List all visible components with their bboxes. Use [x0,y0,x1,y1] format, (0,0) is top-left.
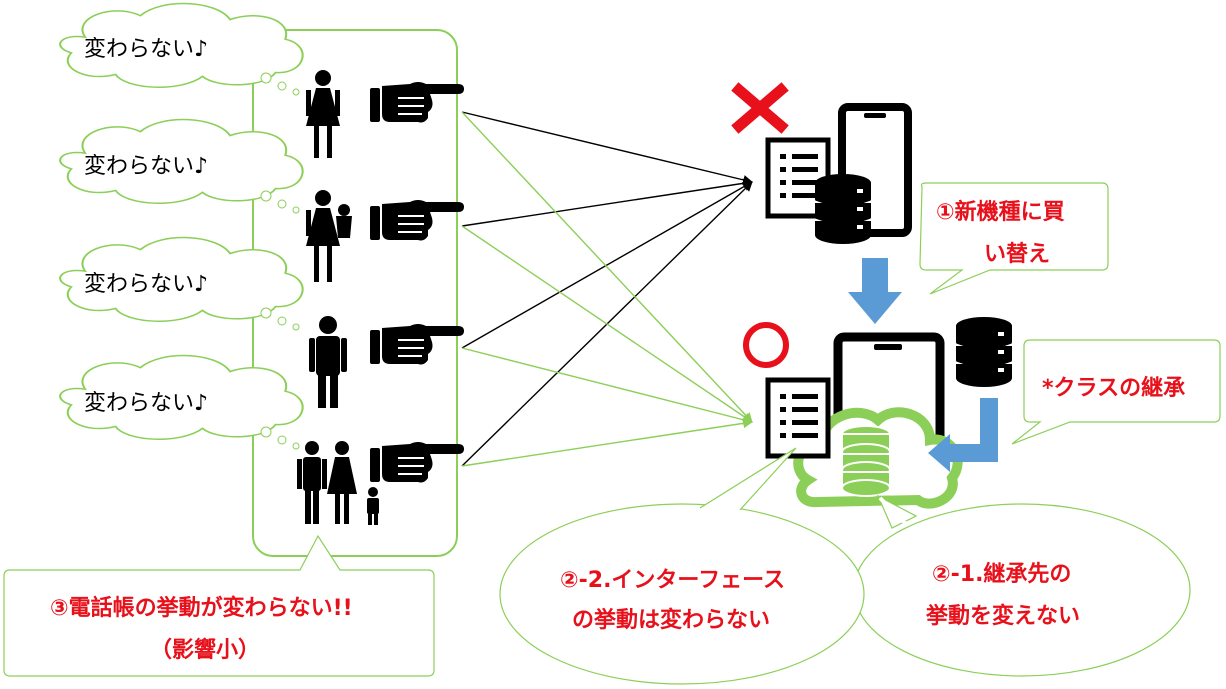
phonebook-text-line2: （影響小） [150,638,261,663]
speech-text-4: 変わらない♪ [84,391,209,416]
inherit-text-line2: 挙動を変えない [926,604,1081,629]
class-inheritance-text: *クラスの継承 [1042,376,1186,401]
connectors-to-old-device [461,111,753,467]
speech-text-3: 変わらない♪ [84,272,209,297]
new-model-text-line1: ①新機種に買 [936,200,1065,225]
woman-icon [306,70,340,158]
replace-down-arrow [848,258,902,324]
interface-text-line2: の挙動は変わらない [572,608,771,633]
pointing-hand-icon-4 [369,441,465,484]
speech-text-1: 変わらない♪ [84,37,209,62]
new-device-group [768,315,1014,509]
inherit-text-line1: ②-1.継承先の [932,562,1072,587]
pointing-hand-icon-1 [369,81,465,124]
connectors-to-new-device [461,111,753,467]
green-database-icon [841,425,891,497]
family-icon [297,441,379,525]
speech-text-2: 変わらない♪ [84,154,209,179]
new-model-text-line2: い替え [984,242,1051,267]
old-device-group [768,103,912,246]
interface-text-line1: ②-2.インターフェース [560,568,786,593]
pointing-hand-icon-2 [369,199,465,242]
parent-with-baby-icon [306,190,352,282]
man-icon [309,316,347,408]
cross-mark-icon [731,82,789,134]
phonebook-text-line1: ③電話帳の挙動が変わらない!! [50,596,353,621]
circle-mark-icon [743,322,789,368]
pointing-hand-icon-3 [369,323,465,366]
